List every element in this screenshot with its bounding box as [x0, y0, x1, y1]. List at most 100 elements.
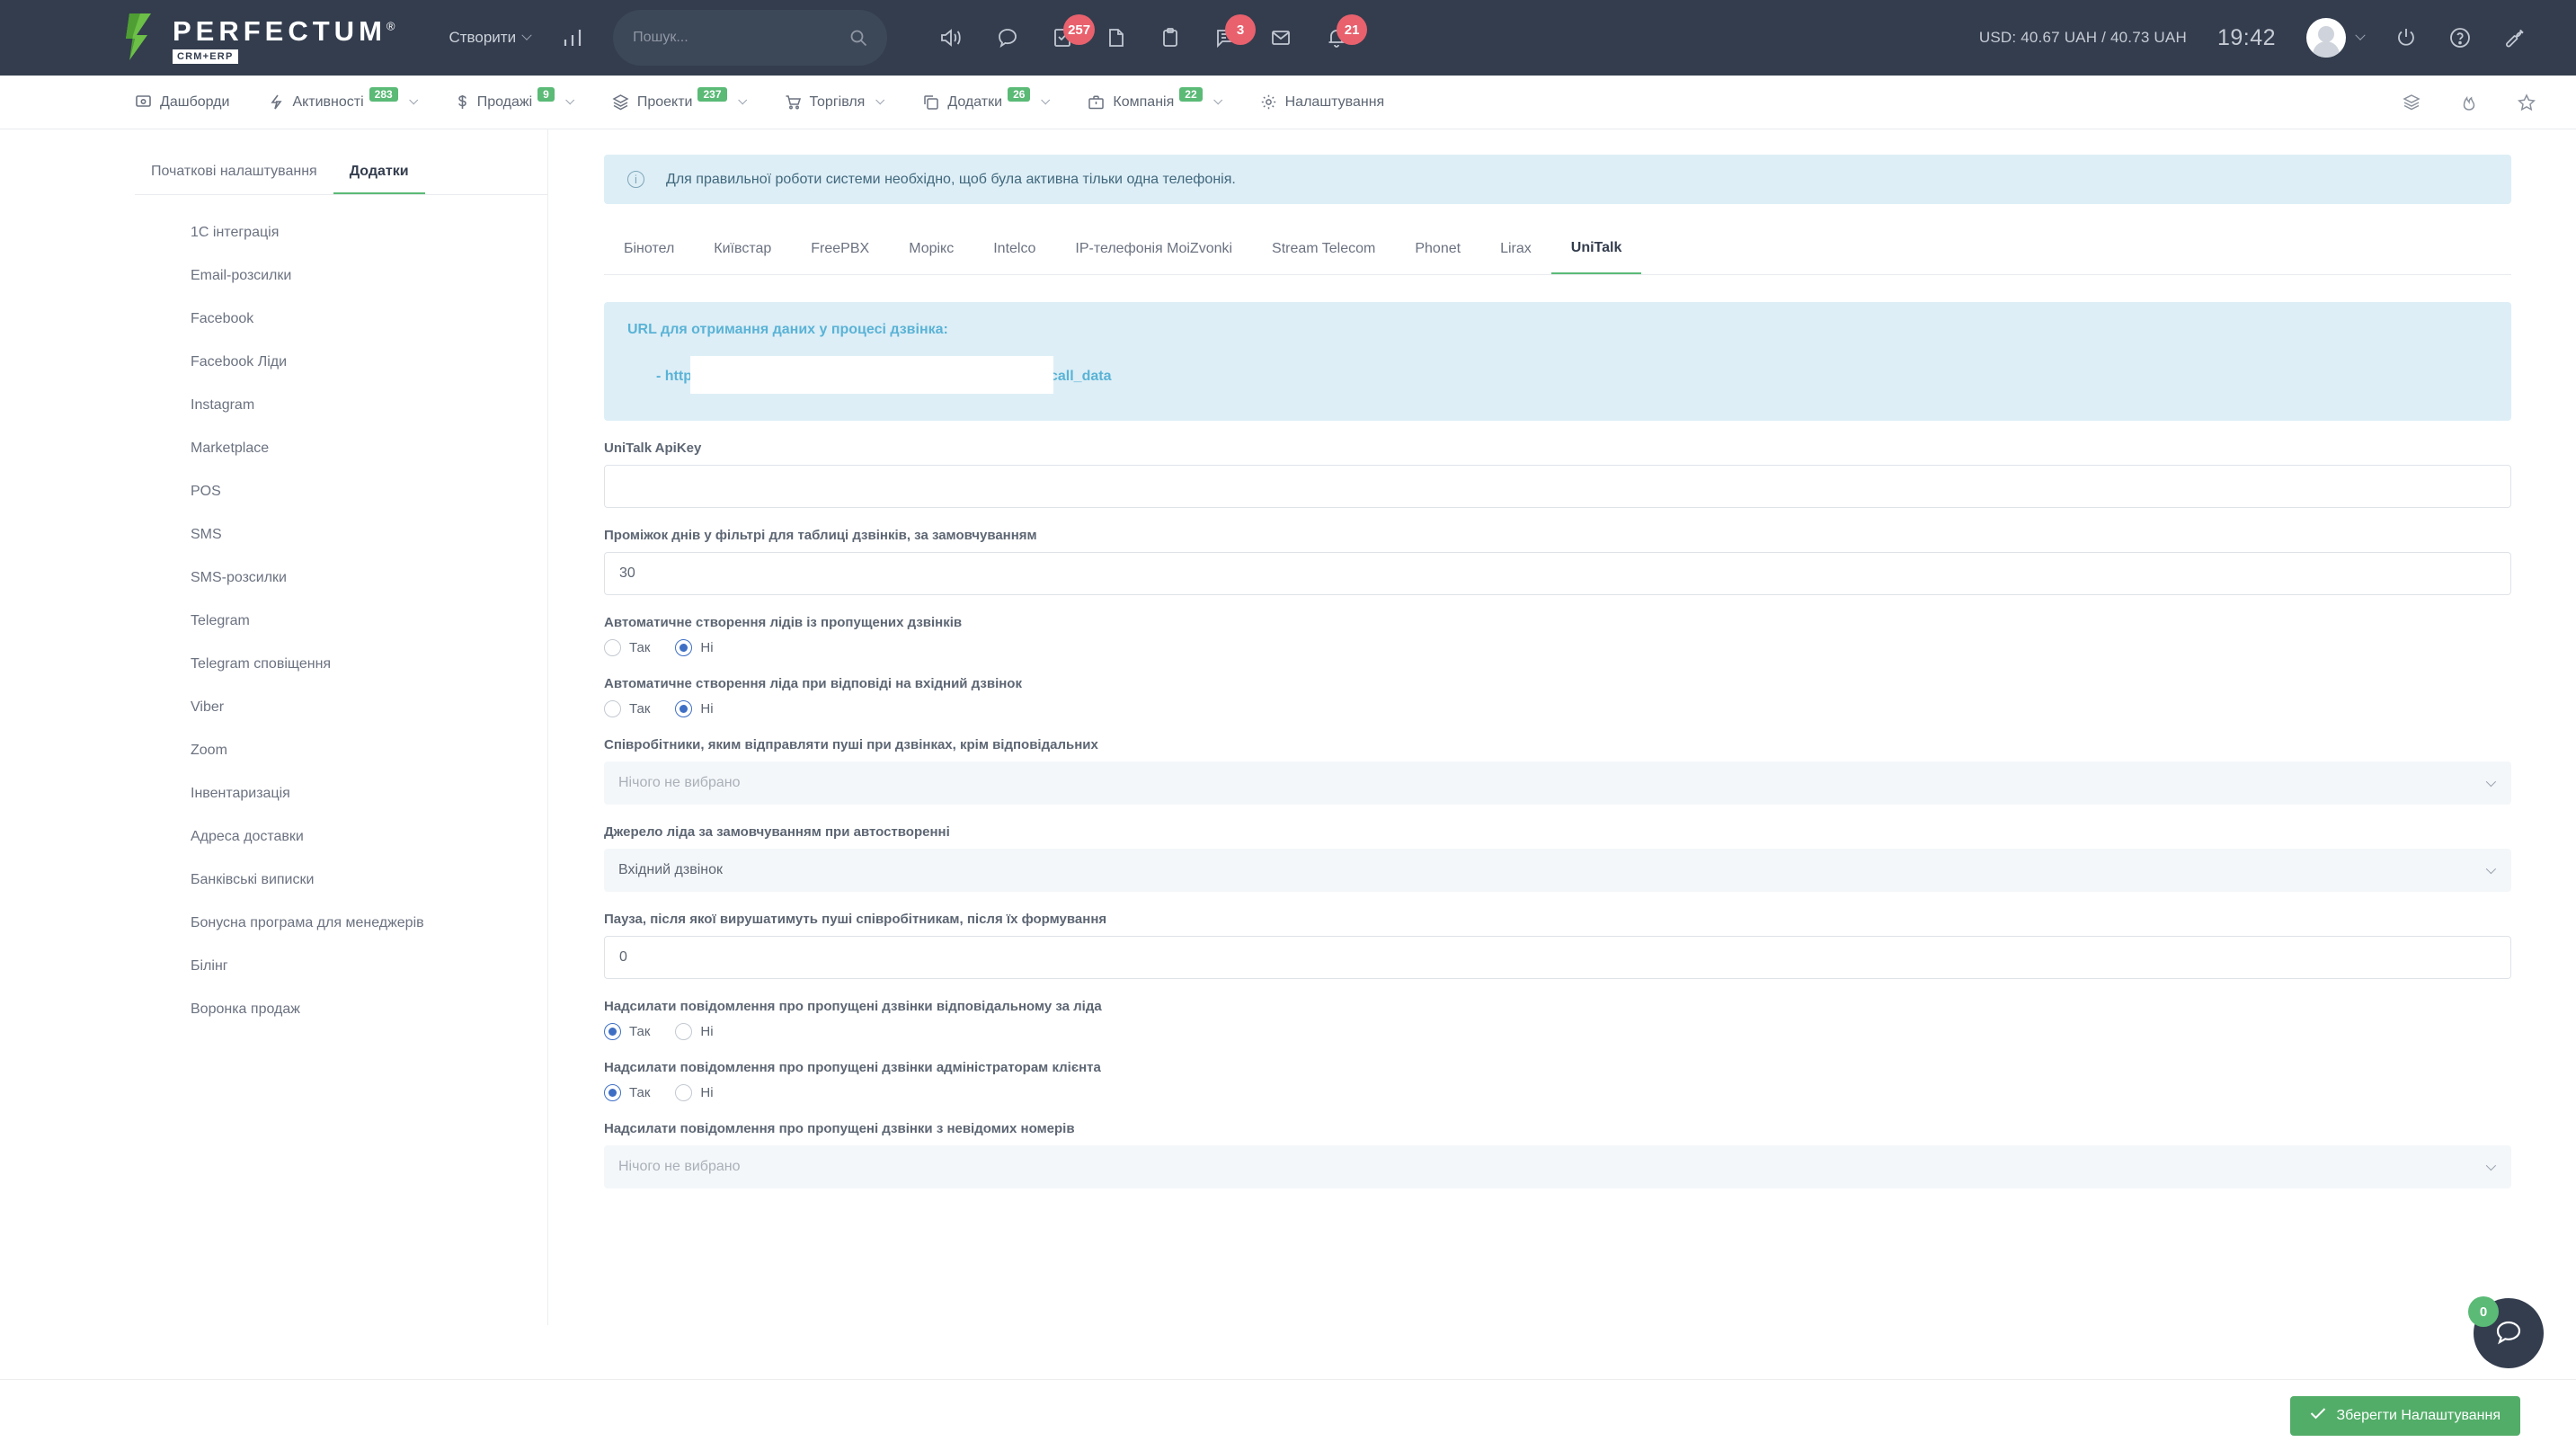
callback-url-value: - http call_data [627, 356, 2488, 396]
sidebar-item-viber[interactable]: Viber [135, 686, 547, 729]
user-menu[interactable] [2306, 18, 2366, 58]
nav-item-activities[interactable]: Активності 283 [269, 86, 418, 111]
app-logo[interactable]: PERFECTUM® CRM+ERP [124, 12, 395, 64]
tab-stream-telecom[interactable]: Stream Telecom [1252, 232, 1395, 273]
sidebar-item-facebook[interactable]: Facebook [135, 298, 547, 341]
sidebar-item-billing[interactable]: Білінг [135, 945, 547, 988]
sidebar-item-delivery-address[interactable]: Адреса доставки [135, 815, 547, 859]
star-icon[interactable] [2517, 93, 2536, 112]
wrench-icon[interactable] [2502, 26, 2526, 49]
radio-option-no[interactable]: Ні [675, 1023, 714, 1040]
tab-lirax[interactable]: Lirax [1480, 232, 1551, 273]
sidebar-item-email[interactable]: Email-розсилки [135, 254, 547, 298]
radio-option-no[interactable]: Ні [675, 639, 714, 656]
nav-item-addons[interactable]: Додатки 26 [922, 86, 1051, 111]
radio-label: Ні [700, 1024, 714, 1039]
statistics-icon[interactable] [563, 27, 586, 49]
mail-icon[interactable] [1270, 28, 1292, 48]
tab-moizvonki[interactable]: IP-телефонія MoiZvonki [1055, 232, 1252, 273]
bell-icon[interactable]: 21 [1326, 14, 1368, 49]
lead-source-select[interactable]: Вхідний дзвінок [604, 849, 2511, 892]
tab-phonet[interactable]: Phonet [1395, 232, 1480, 273]
create-menu-button[interactable]: Створити [449, 29, 532, 47]
nav-item-sales[interactable]: Продажі 9 [456, 86, 574, 111]
sidebar-item-bank-statements[interactable]: Банківські виписки [135, 859, 547, 902]
tab-intelco[interactable]: Intelco [973, 232, 1055, 273]
sidebar-item-marketplace[interactable]: Marketplace [135, 427, 547, 470]
settings-sidebar-column: Початкові налаштування Додатки 1C інтегр… [0, 129, 548, 1451]
nav-label: Компанія [1113, 93, 1175, 110]
nav-badge: 237 [697, 86, 727, 102]
sidebar-item-pos[interactable]: POS [135, 470, 547, 513]
callback-url-suffix: call_data [1049, 369, 1112, 385]
field-notify-unknown-numbers: Надсилати повідомлення про пропущені дзв… [604, 1121, 2511, 1188]
search-input[interactable] [633, 30, 850, 46]
tab-moriks[interactable]: Морікс [889, 232, 973, 273]
radio-circle[interactable] [675, 639, 693, 656]
radio-option-no[interactable]: Ні [675, 1084, 714, 1101]
tab-unitalk[interactable]: UniTalk [1550, 231, 1642, 274]
nav-label: Торгівля [809, 93, 866, 110]
sidebar-item-sales-funnel[interactable]: Воронка продаж [135, 988, 547, 1031]
nav-item-company[interactable]: Компанія 22 [1088, 86, 1222, 111]
sidebar-tab-initial-settings[interactable]: Початкові налаштування [135, 156, 333, 194]
stack-icon[interactable] [2402, 93, 2421, 112]
tab-kyivstar[interactable]: Київстар [694, 232, 791, 273]
sidebar-item-telegram-notifications[interactable]: Telegram сповіщення [135, 643, 547, 686]
tab-binotel[interactable]: Бінотел [604, 232, 694, 273]
chat-widget-button[interactable]: 0 [2468, 1296, 2544, 1368]
speaker-icon[interactable] [939, 27, 963, 49]
fire-icon[interactable] [2459, 93, 2479, 112]
sidebar-item-bonus-program[interactable]: Бонусна програма для менеджерів [135, 902, 547, 945]
chevron-down-icon [2485, 863, 2497, 875]
clipboard-icon[interactable] [1160, 27, 1180, 49]
radio-circle[interactable] [604, 1023, 621, 1040]
nav-item-dashboards[interactable]: Дашборди [135, 93, 229, 111]
save-settings-button[interactable]: Зберегти Налаштування [2289, 1395, 2520, 1436]
nav-item-trade[interactable]: Торгівля [785, 93, 885, 111]
radio-circle[interactable] [604, 1084, 621, 1101]
radio-circle[interactable] [675, 1023, 693, 1040]
radio-label: Так [629, 1024, 651, 1039]
search-icon[interactable] [849, 29, 867, 47]
sidebar-item-inventory[interactable]: Інвентаризація [135, 772, 547, 815]
radio-option-no[interactable]: Ні [675, 700, 714, 717]
power-icon[interactable] [2394, 26, 2418, 49]
comment-icon[interactable]: 3 [1214, 14, 1257, 49]
notify-unknown-numbers-select[interactable]: Нічого не вибрано [604, 1145, 2511, 1188]
sidebar-item-zoom[interactable]: Zoom [135, 729, 547, 772]
days-range-input[interactable] [604, 552, 2511, 595]
chat-bubble-icon[interactable] [997, 27, 1018, 49]
field-label: Проміжок днів у фільтрі для таблиці дзві… [604, 528, 1037, 543]
radio-circle[interactable] [604, 700, 621, 717]
avatar[interactable] [2306, 18, 2346, 58]
task-check-icon[interactable]: 257 [1053, 14, 1096, 49]
sidebar-item-1c[interactable]: 1C інтеграція [135, 211, 547, 254]
sidebar-tabs: Початкові налаштування Додатки [135, 129, 547, 195]
nav-item-settings[interactable]: Налаштування [1260, 93, 1384, 111]
sidebar-item-facebook-leads[interactable]: Facebook Ліди [135, 341, 547, 384]
sidebar-item-telegram[interactable]: Telegram [135, 600, 547, 643]
field-apikey: UniTalk ApiKey [604, 441, 2511, 508]
radio-option-yes[interactable]: Так [604, 1023, 650, 1040]
nav-item-projects[interactable]: Проекти 237 [612, 86, 747, 111]
sidebar-item-sms-campaigns[interactable]: SMS-розсилки [135, 556, 547, 600]
push-delay-input[interactable] [604, 936, 2511, 979]
telephony-tabs: Бінотел Київстар FreePBX Морікс Intelco … [604, 231, 2511, 275]
sidebar-item-instagram[interactable]: Instagram [135, 384, 547, 427]
radio-option-yes[interactable]: Так [604, 700, 650, 717]
radio-option-yes[interactable]: Так [604, 639, 650, 656]
sidebar-item-sms[interactable]: SMS [135, 513, 547, 556]
tab-freepbx[interactable]: FreePBX [791, 232, 889, 273]
global-search[interactable] [613, 10, 888, 66]
radio-circle[interactable] [675, 1084, 693, 1101]
document-icon[interactable] [1106, 27, 1126, 49]
help-icon[interactable] [2448, 26, 2472, 49]
radio-circle[interactable] [604, 639, 621, 656]
radio-option-yes[interactable]: Так [604, 1084, 650, 1101]
field-label: Надсилати повідомлення про пропущені дзв… [604, 1121, 1075, 1136]
radio-circle[interactable] [675, 700, 693, 717]
sidebar-tab-addons[interactable]: Додатки [333, 156, 425, 194]
apikey-input[interactable] [604, 465, 2511, 508]
push-employees-select[interactable]: Нічого не вибрано [604, 761, 2511, 805]
